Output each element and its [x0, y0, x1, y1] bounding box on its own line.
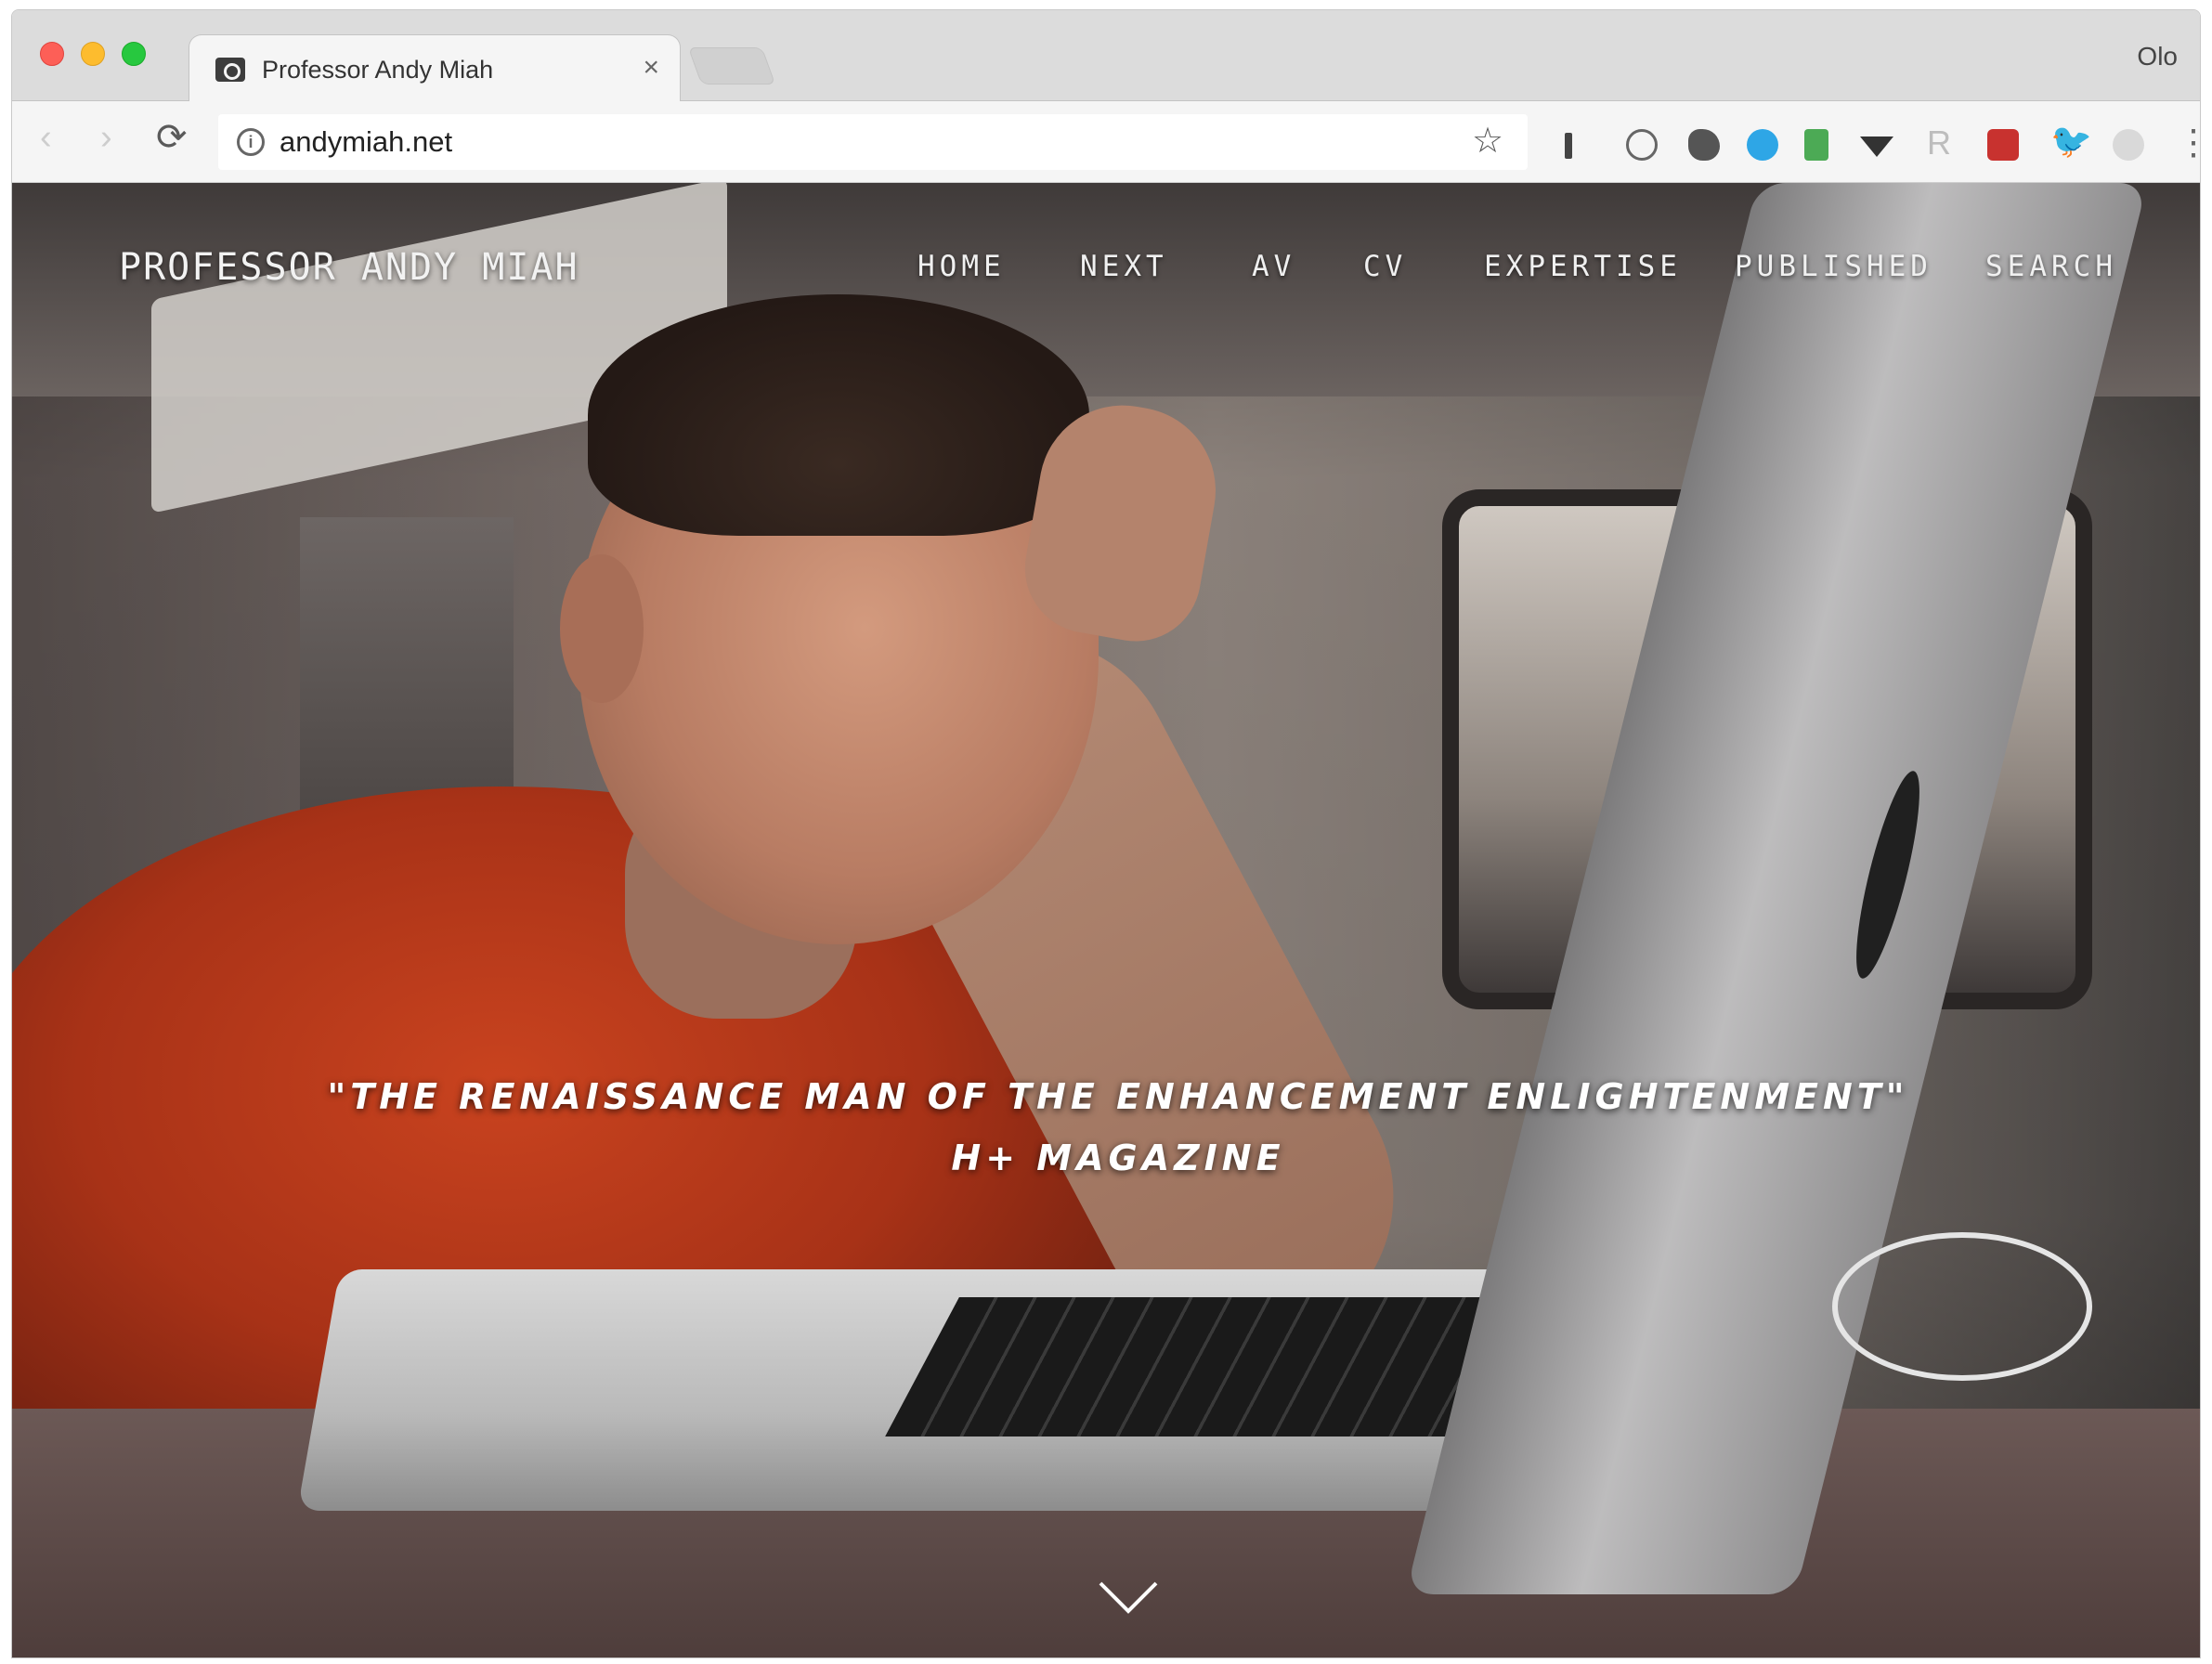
address-bar[interactable]: i andymiah.net: [218, 114, 1528, 170]
url-text[interactable]: andymiah.net: [280, 125, 452, 159]
nav-home[interactable]: HOME: [917, 250, 1006, 283]
info-icon[interactable]: i: [237, 128, 265, 156]
hero-section: PROFESSOR ANDY MIAH HOME NEXT AV CV EXPE…: [12, 183, 2200, 1658]
reload-icon[interactable]: ⟳: [156, 116, 188, 159]
extension-blue-icon[interactable]: [1747, 129, 1778, 161]
browser-toolbar: ‹ › ⟳ i andymiah.net ☆ R 🐦 ⋮: [12, 101, 2200, 183]
nav-cv[interactable]: CV: [1363, 250, 1407, 283]
bookmark-star-icon[interactable]: ☆: [1472, 120, 1503, 162]
nav-expertise[interactable]: EXPERTISE: [1484, 250, 1682, 283]
extension-circle-icon[interactable]: [1626, 129, 1658, 161]
profile-name[interactable]: Olo: [2137, 42, 2178, 72]
nav-next[interactable]: NEXT: [1080, 250, 1168, 283]
hero-quote: "THE RENAISSANCE MAN OF THE ENHANCEMENT …: [327, 1076, 1909, 1117]
menu-icon[interactable]: ⋮: [2176, 122, 2200, 163]
forward-icon[interactable]: ›: [100, 118, 112, 158]
hero-quote-source: H+ MAGAZINE: [951, 1138, 1285, 1178]
nav-av[interactable]: AV: [1252, 250, 1295, 283]
tab-title: Professor Andy Miah: [262, 56, 494, 84]
extension-gray-icon[interactable]: [2113, 129, 2144, 161]
twitter-icon[interactable]: 🐦: [2050, 122, 2092, 160]
back-icon[interactable]: ‹: [40, 118, 52, 158]
rss-icon[interactable]: R: [1927, 124, 1958, 162]
tab-active[interactable]: Professor Andy Miah ×: [189, 34, 681, 103]
evernote-icon[interactable]: [1688, 129, 1720, 161]
nav-search[interactable]: SEARCH: [1985, 250, 2117, 283]
hero-photo-cable: [1832, 1232, 2092, 1381]
minimize-window-button[interactable]: [81, 42, 105, 66]
extension-bar-icon[interactable]: [1565, 133, 1572, 159]
hero-photo-hair: [588, 294, 1089, 536]
nav-published[interactable]: PUBLISHED: [1735, 250, 1932, 283]
browser-window: Professor Andy Miah × Olo ‹ › ⟳ i andymi…: [11, 9, 2201, 1658]
site-nav: HOME NEXT AV CV EXPERTISE PUBLISHED SEAR…: [917, 250, 2125, 287]
new-tab-button[interactable]: [687, 47, 776, 84]
pocket-icon[interactable]: [1860, 136, 1893, 157]
extension-red-icon[interactable]: [1987, 129, 2019, 161]
extension-green-icon[interactable]: [1804, 129, 1828, 161]
hero-photo-ear: [560, 554, 644, 703]
maximize-window-button[interactable]: [122, 42, 146, 66]
camera-icon: [215, 58, 245, 82]
close-icon[interactable]: ×: [643, 52, 659, 84]
site-title[interactable]: PROFESSOR ANDY MIAH: [119, 246, 579, 289]
tab-strip: Professor Andy Miah × Olo: [12, 10, 2200, 103]
close-window-button[interactable]: [40, 42, 64, 66]
chevron-down-icon[interactable]: [1096, 1566, 1161, 1632]
